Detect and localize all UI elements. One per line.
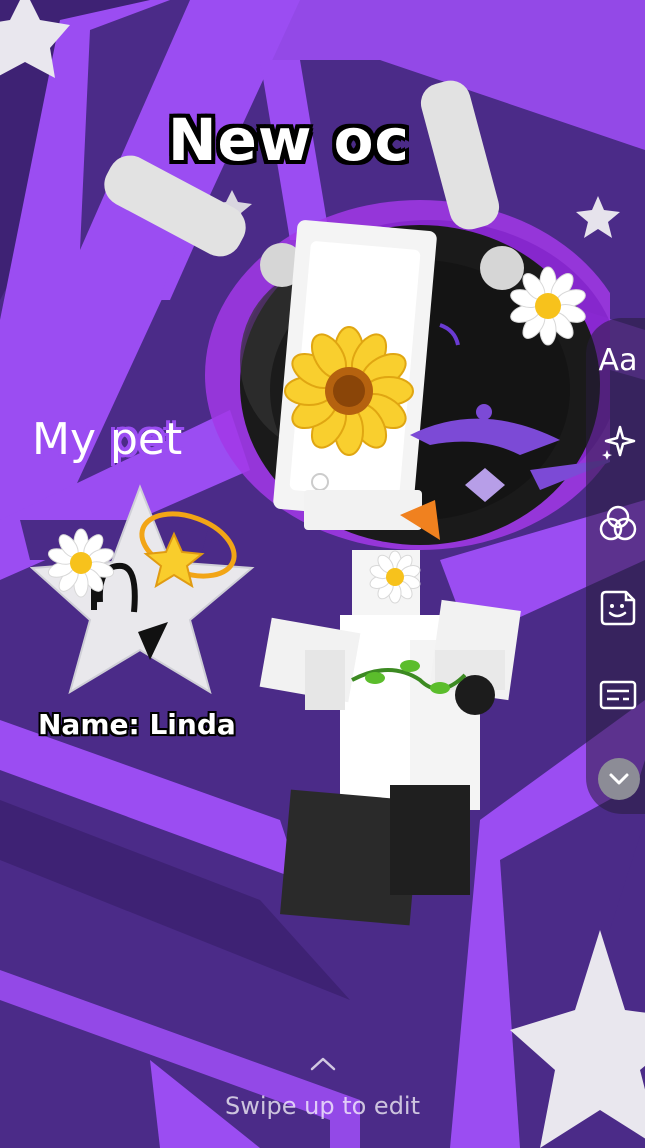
swipe-up-hint[interactable]: Swipe up to edit [0,1092,645,1120]
filters-tool-button[interactable] [586,492,645,556]
text-aa-icon: Aa [598,342,638,378]
story-canvas[interactable]: New oc My pet Name: Linda Aa Swipe up to… [0,0,645,1148]
daisy-sticker[interactable] [506,264,590,348]
text-tool-button[interactable]: Aa [586,328,645,392]
chevron-up-icon [310,1057,336,1071]
caption-box-icon [599,680,637,710]
pet-name-text[interactable]: Name: Linda [38,708,236,741]
chevron-down-icon [609,773,629,785]
sticker-smile-icon [600,590,636,626]
effects-tool-button[interactable] [586,410,645,474]
pet-daisy-sticker[interactable] [44,526,118,600]
sunflower-sticker[interactable] [284,326,414,456]
sparkle-icon [602,425,636,460]
caption-tool-button[interactable] [586,663,645,727]
halo-star-sticker[interactable] [130,500,242,590]
story-title-text[interactable]: New oc [168,106,410,174]
daisy-sticker-small[interactable] [366,548,424,606]
edit-toolbar: Aa [586,318,645,814]
sticker-tool-button[interactable] [586,576,645,640]
overlapping-circles-icon [599,505,637,541]
more-tools-button[interactable] [598,758,640,800]
pet-label-text[interactable]: My pet [32,414,182,465]
